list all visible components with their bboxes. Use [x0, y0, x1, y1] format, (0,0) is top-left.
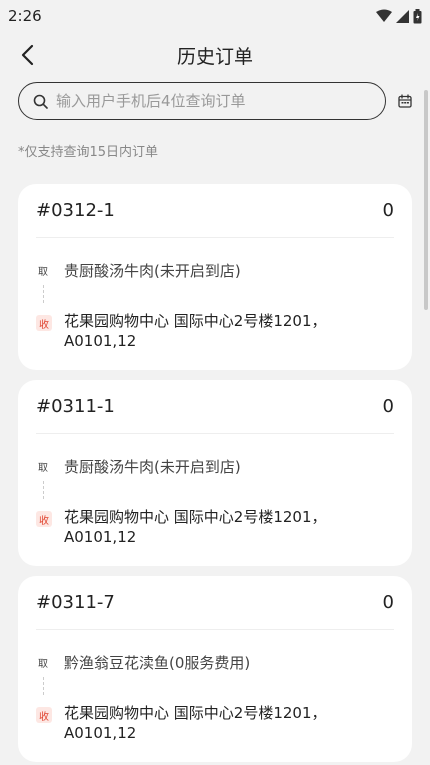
order-header: #0311-7 0: [36, 576, 394, 630]
order-card[interactable]: #0311-7 0 取 黔渔翁豆花渎鱼(0服务费用) 收 花果园购物中心 国际中…: [18, 576, 412, 762]
search-box[interactable]: [18, 82, 386, 120]
pickup-tag: 取: [38, 659, 48, 670]
deliver-tag: 收: [36, 707, 52, 723]
status-icons: [376, 8, 422, 24]
pickup-store-name: 贵厨酸汤牛肉(未开启到店): [64, 262, 241, 280]
route-connector: [43, 481, 44, 499]
nav-bar: 历史订单: [0, 32, 430, 78]
search-row: [18, 82, 418, 120]
route-connector: [43, 677, 44, 695]
page-title: 历史订单: [176, 45, 253, 68]
pickup-tag: 取: [38, 267, 48, 278]
address-line-2: A0101,12: [64, 724, 137, 742]
address-line-1: 花果园购物中心 国际中心2号楼1201，: [64, 312, 327, 330]
pickup-tag: 取: [38, 463, 48, 474]
query-range-hint: *仅支持查询15日内订单: [18, 145, 159, 160]
order-card[interactable]: #0312-1 0 取 贵厨酸汤牛肉(未开启到店) 收 花果园购物中心 国际中心…: [18, 184, 412, 370]
order-header: #0311-1 0: [36, 380, 394, 434]
order-number: #0312-1: [36, 200, 115, 221]
pickup-row: 取 黔渔翁豆花渎鱼(0服务费用): [36, 652, 394, 673]
back-button[interactable]: [12, 40, 42, 70]
status-time: 2:26: [8, 7, 42, 25]
delivery-row: 收 花果园购物中心 国际中心2号楼1201， A0101,12: [36, 703, 394, 743]
status-bar: 2:26: [0, 0, 430, 32]
order-count: 0: [382, 396, 394, 417]
delivery-address: 花果园购物中心 国际中心2号楼1201， A0101,12: [64, 703, 327, 743]
pickup-row: 取 贵厨酸汤牛肉(未开启到店): [36, 260, 394, 281]
search-input[interactable]: [56, 92, 356, 110]
pickup-store-name: 黔渔翁豆花渎鱼(0服务费用): [64, 654, 251, 672]
order-list: #0312-1 0 取 贵厨酸汤牛肉(未开启到店) 收 花果园购物中心 国际中心…: [18, 184, 412, 762]
signal-icon: [396, 9, 409, 23]
address-line-2: A0101,12: [64, 332, 137, 350]
scrollbar[interactable]: [424, 90, 428, 310]
delivery-address: 花果园购物中心 国际中心2号楼1201， A0101,12: [64, 311, 327, 351]
chevron-left-icon: [21, 44, 34, 66]
order-number: #0311-7: [36, 592, 115, 613]
calendar-button[interactable]: [396, 92, 414, 110]
calendar-icon: [398, 94, 412, 108]
search-icon: [33, 94, 48, 109]
delivery-row: 收 花果园购物中心 国际中心2号楼1201， A0101,12: [36, 507, 394, 547]
order-count: 0: [382, 592, 394, 613]
address-line-1: 花果园购物中心 国际中心2号楼1201，: [64, 704, 327, 722]
address-line-2: A0101,12: [64, 528, 137, 546]
delivery-address: 花果园购物中心 国际中心2号楼1201， A0101,12: [64, 507, 327, 547]
order-header: #0312-1 0: [36, 184, 394, 238]
delivery-row: 收 花果园购物中心 国际中心2号楼1201， A0101,12: [36, 311, 394, 351]
deliver-tag: 收: [36, 315, 52, 331]
route-connector: [43, 285, 44, 303]
order-card[interactable]: #0311-1 0 取 贵厨酸汤牛肉(未开启到店) 收 花果园购物中心 国际中心…: [18, 380, 412, 566]
battery-icon: [413, 8, 422, 23]
order-number: #0311-1: [36, 396, 115, 417]
order-count: 0: [382, 200, 394, 221]
wifi-icon: [376, 9, 392, 22]
pickup-store-name: 贵厨酸汤牛肉(未开启到店): [64, 458, 241, 476]
deliver-tag: 收: [36, 511, 52, 527]
address-line-1: 花果园购物中心 国际中心2号楼1201，: [64, 508, 327, 526]
pickup-row: 取 贵厨酸汤牛肉(未开启到店): [36, 456, 394, 477]
